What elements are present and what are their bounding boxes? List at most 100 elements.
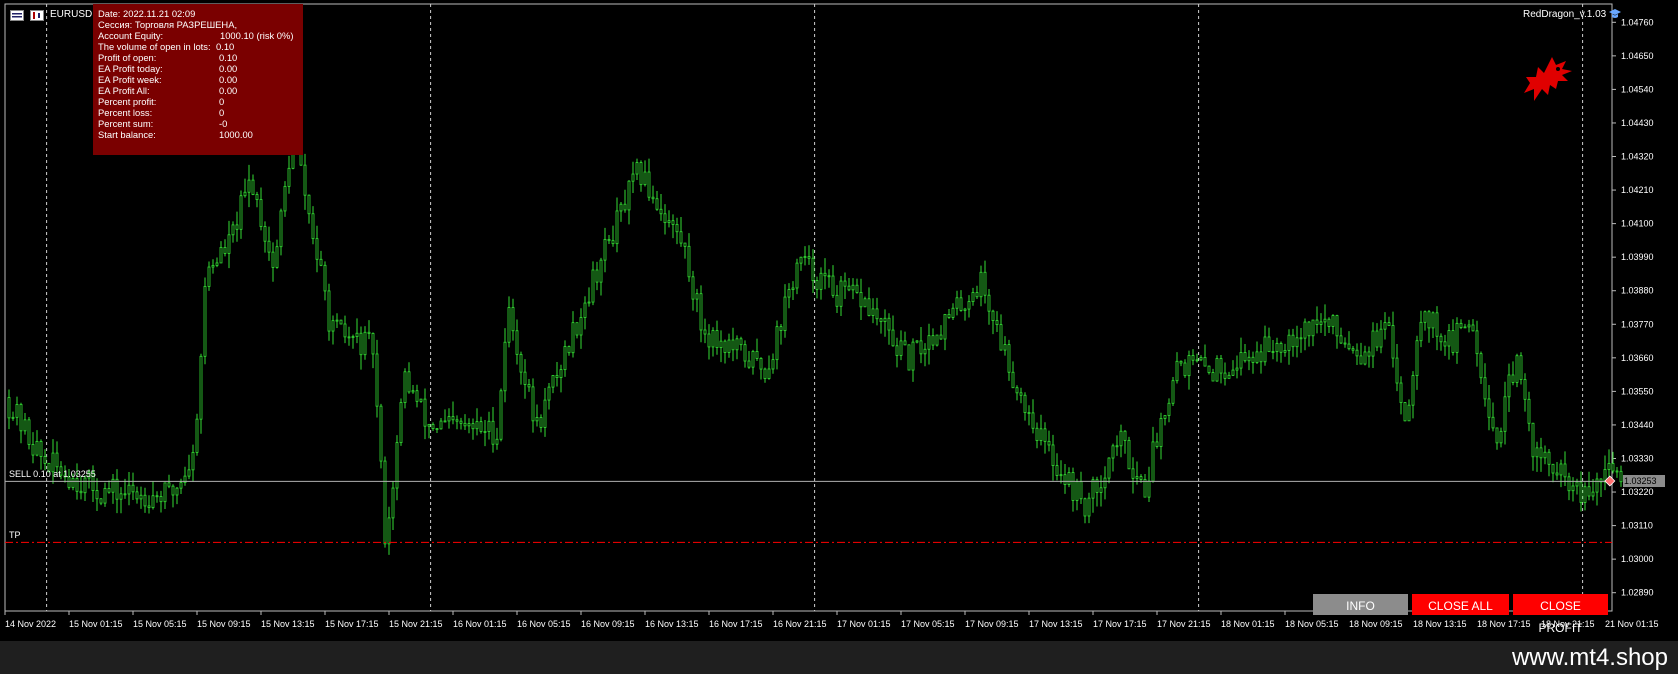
x-tick-label: 17 Nov 05:15 bbox=[901, 619, 955, 629]
candle-body bbox=[103, 488, 107, 504]
candle-body bbox=[1139, 476, 1143, 480]
candle-body bbox=[811, 257, 815, 281]
candle-body bbox=[1347, 343, 1351, 350]
info-label: EA Profit week: bbox=[98, 74, 162, 85]
candle-body bbox=[715, 330, 719, 348]
candle-body bbox=[891, 329, 895, 347]
candle-body bbox=[1451, 330, 1455, 353]
candle-body bbox=[1511, 374, 1515, 383]
candle-body bbox=[235, 224, 239, 230]
candle-body bbox=[255, 194, 259, 200]
candle-body bbox=[799, 256, 803, 264]
candle-body bbox=[311, 213, 315, 240]
candle-body bbox=[387, 517, 391, 545]
chart-type-icon[interactable] bbox=[30, 10, 44, 24]
candle-body bbox=[491, 420, 495, 445]
info-label: Account Equity: bbox=[98, 30, 164, 41]
candle-body bbox=[1411, 375, 1415, 406]
candle-body bbox=[1083, 498, 1087, 517]
info-button[interactable]: INFO bbox=[1313, 594, 1408, 615]
candle-body bbox=[331, 320, 335, 332]
candle-body bbox=[1207, 365, 1211, 373]
candle-body bbox=[1499, 430, 1503, 444]
info-value: 0.00 bbox=[219, 74, 238, 85]
info-row: Account Equity: 1000.10 (risk 0%) bbox=[98, 30, 303, 41]
candle-body bbox=[219, 246, 223, 264]
candle-body bbox=[1111, 445, 1115, 459]
chart-list-icon[interactable] bbox=[10, 10, 24, 24]
candle-body bbox=[575, 322, 579, 336]
candle-body bbox=[1491, 416, 1495, 429]
dragon-logo bbox=[1522, 55, 1574, 114]
candle-body bbox=[527, 384, 531, 388]
candle-body bbox=[487, 420, 491, 432]
candle-body bbox=[1339, 335, 1343, 344]
candle-body bbox=[755, 351, 759, 359]
candle-body bbox=[379, 405, 383, 462]
sell-line-label: SELL 0.10 at 1.03255 bbox=[9, 469, 96, 480]
candle-body bbox=[779, 326, 783, 332]
candle-body bbox=[611, 240, 615, 245]
candle-body bbox=[1131, 468, 1135, 479]
candle-body bbox=[147, 505, 151, 508]
candle-body bbox=[163, 482, 167, 503]
info-row: Date: 2022.11.21 02:09 bbox=[98, 8, 303, 19]
info-row: Percent sum: -0 bbox=[98, 118, 303, 129]
candle-body bbox=[1039, 428, 1043, 442]
candle-body bbox=[555, 375, 559, 378]
candle-body bbox=[971, 292, 975, 302]
candle-body bbox=[1251, 356, 1255, 363]
info-label: Percent profit: bbox=[98, 96, 157, 107]
candle-body bbox=[79, 490, 83, 494]
candle-body bbox=[523, 371, 527, 385]
candle-body bbox=[643, 171, 647, 186]
candle-body bbox=[659, 208, 663, 215]
candle-body bbox=[1455, 322, 1459, 353]
candle-body bbox=[599, 259, 603, 283]
candle-body bbox=[1175, 360, 1179, 382]
candle-body bbox=[355, 332, 359, 337]
close-profit-button[interactable]: CLOSE PROFIT bbox=[1513, 594, 1608, 635]
candle-body bbox=[751, 351, 755, 368]
info-label: Percent sum: bbox=[98, 118, 154, 129]
candle-body bbox=[139, 494, 143, 500]
candle-body bbox=[903, 340, 907, 346]
candle-body bbox=[1575, 481, 1579, 487]
candle-body bbox=[627, 180, 631, 211]
candle-body bbox=[823, 272, 827, 277]
info-row: Сессия: Торговля РАЗРЕШЕНА, bbox=[98, 19, 303, 30]
candle-body bbox=[1583, 486, 1587, 503]
candle-body bbox=[543, 399, 547, 428]
candle-body bbox=[1263, 336, 1267, 363]
candle-body bbox=[1567, 476, 1571, 492]
candle-body bbox=[1311, 319, 1315, 337]
candle-body bbox=[1535, 447, 1539, 458]
candle-body bbox=[623, 203, 627, 211]
candle-body bbox=[639, 162, 643, 186]
candle-body bbox=[1171, 380, 1175, 404]
candle-body bbox=[1003, 344, 1007, 351]
candle-body bbox=[1459, 322, 1463, 329]
candle-body bbox=[683, 242, 687, 247]
chart-window[interactable]: 1.04760 1.04650 1.04540 1.04430 1.04320 1.042… bbox=[0, 0, 1678, 641]
candle-body bbox=[631, 173, 635, 182]
y-tick-label: 1.03220 bbox=[1621, 487, 1654, 497]
candle-body bbox=[207, 266, 211, 287]
candle-body bbox=[935, 334, 939, 346]
candle-body bbox=[1007, 344, 1011, 373]
candle-body bbox=[431, 423, 435, 430]
info-label: Date: 2022.11.21 02:09 bbox=[98, 8, 196, 19]
candle-body bbox=[467, 423, 471, 427]
candle-body bbox=[455, 419, 459, 422]
close-all-button[interactable]: CLOSE ALL bbox=[1412, 594, 1509, 615]
ea-cap-icon[interactable] bbox=[1608, 8, 1622, 23]
candle-body bbox=[451, 416, 455, 421]
candle-body bbox=[1199, 357, 1203, 361]
candle-body bbox=[535, 417, 539, 422]
candle-body bbox=[731, 339, 735, 351]
x-tick-label: 18 Nov 05:15 bbox=[1285, 619, 1339, 629]
candle-body bbox=[695, 293, 699, 300]
tp-line-label: TP bbox=[9, 530, 21, 541]
candle-body bbox=[443, 420, 447, 423]
y-tick-label: 1.03660 bbox=[1621, 353, 1654, 363]
